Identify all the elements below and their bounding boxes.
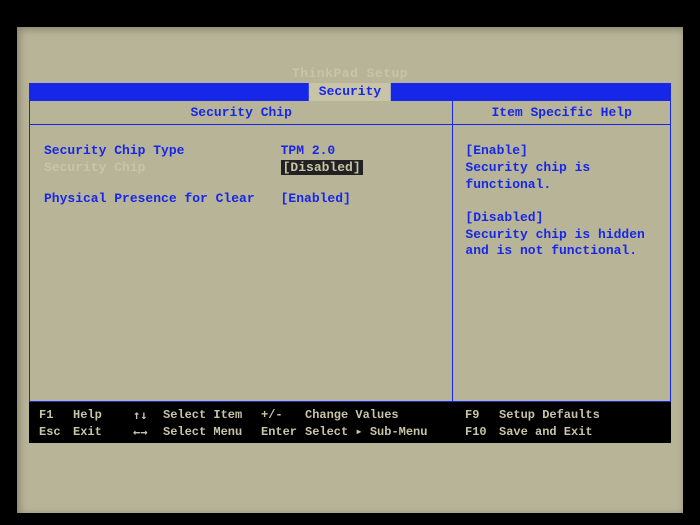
- hint-select-menu: Select Menu: [163, 425, 261, 439]
- hint-setup-defaults: Setup Defaults: [499, 408, 661, 422]
- key-updown: ↑↓: [133, 408, 163, 422]
- key-plusminus: +/-: [261, 408, 305, 422]
- hint-submenu: Select ▸ Sub-Menu: [305, 424, 465, 439]
- help-pane-header: Item Specific Help: [453, 101, 670, 125]
- tab-security[interactable]: Security: [309, 83, 391, 101]
- hint-select-item: Select Item: [163, 408, 261, 422]
- hint-change-values: Change Values: [305, 408, 465, 422]
- help-pane: Item Specific Help [Enable]Security chip…: [453, 101, 670, 401]
- key-esc: Esc: [39, 425, 73, 439]
- key-enter: Enter: [261, 425, 305, 439]
- help-body-text: Security chip is functional.: [465, 160, 658, 194]
- setting-label: Physical Presence for Clear: [44, 191, 281, 206]
- hint-exit: Exit: [73, 425, 133, 439]
- help-heading: [Disabled]: [465, 210, 658, 227]
- setting-label: Security Chip Type: [44, 143, 281, 158]
- settings-pane-header: Security Chip: [30, 101, 452, 125]
- hint-help: Help: [73, 408, 133, 422]
- key-f1: F1: [39, 408, 73, 422]
- footer-hints: F1 Help ↑↓ Select Item +/- Change Values…: [29, 402, 671, 443]
- key-f10: F10: [465, 425, 499, 439]
- help-body-text: Security chip is hidden and is not funct…: [465, 227, 658, 261]
- hint-save-exit: Save and Exit: [499, 425, 661, 439]
- settings-pane: Security Chip Security Chip TypeTPM 2.0S…: [30, 101, 453, 401]
- help-heading: [Enable]: [465, 143, 658, 160]
- setting-value[interactable]: TPM 2.0: [281, 143, 439, 158]
- page-title: ThinkPad Setup: [29, 62, 671, 83]
- key-f9: F9: [465, 408, 499, 422]
- key-leftright: ←→: [133, 425, 163, 439]
- setting-row[interactable]: Security Chip TypeTPM 2.0: [44, 143, 438, 158]
- setting-row[interactable]: Security Chip[Disabled]: [44, 160, 438, 175]
- setting-label: Security Chip: [44, 160, 281, 175]
- setting-row[interactable]: Physical Presence for Clear[Enabled]: [44, 191, 438, 206]
- tab-bar: Security: [29, 83, 671, 101]
- help-text: [Enable]Security chip is functional. [Dis…: [453, 125, 670, 278]
- setting-value[interactable]: [Enabled]: [281, 191, 439, 206]
- setting-value[interactable]: [Disabled]: [281, 160, 439, 175]
